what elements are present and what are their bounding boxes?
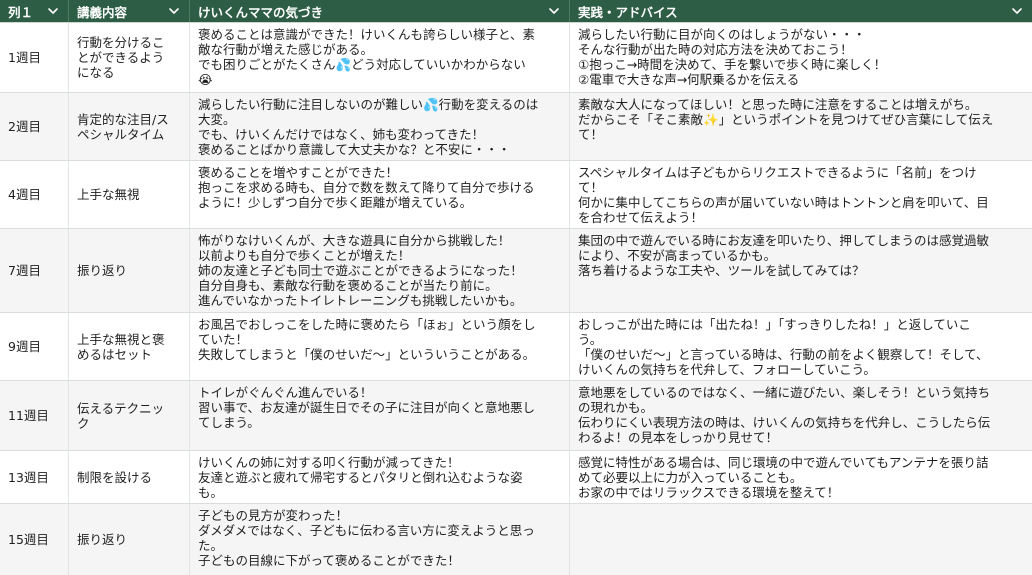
notice-cell[interactable]: お風呂でおしっこをした時に褒めたら「ほぉ」という顔をし ていた！ 失敗してしまう… bbox=[190, 313, 570, 380]
advice-cell[interactable]: 感覚に特性がある場合は、同じ環境の中で遊んでいてもアンテナを張り詰 めて必要以上… bbox=[570, 451, 1032, 503]
column-header-col4[interactable]: 実践・アドバイス bbox=[570, 0, 1032, 22]
notice-text: けいくんの姉に対する叩く行動が減ってきた！ 友達と遊ぶと疲れて帰宅するとパタリと… bbox=[198, 455, 523, 500]
advice-cell[interactable] bbox=[570, 504, 1032, 575]
topic-cell[interactable]: 振り返り bbox=[69, 229, 190, 312]
advice-cell[interactable]: スペシャルタイムは子どもからリクエストできるように「名前」をつけ て！ 何かに集… bbox=[570, 161, 1032, 228]
notice-cell[interactable]: トイレがぐんぐん進んでいる！ 習い事で、お友達が誕生日でその子に注目が向くと意地… bbox=[190, 381, 570, 450]
week-text: 1週目 bbox=[8, 50, 41, 65]
week-text: 9週目 bbox=[8, 339, 41, 354]
notice-text: トイレがぐんぐん進んでいる！ 習い事で、お友達が誕生日でその子に注目が向くと意地… bbox=[198, 385, 536, 430]
advice-cell[interactable]: 集団の中で遊んでいる時にお友達を叩いたり、押してしまうのは感覚過敏 により、不安… bbox=[570, 229, 1032, 312]
topic-cell[interactable]: 上手な無視と褒 めるはセット bbox=[69, 313, 190, 380]
week-text: 2週目 bbox=[8, 119, 41, 134]
table-body: 1週目 行動を分けるこ とができるよう になる 褒めることは意識ができた！けいく… bbox=[0, 23, 1032, 575]
topic-cell[interactable]: 振り返り bbox=[69, 504, 190, 575]
table-row: 4週目 上手な無視 褒めることを増やすことができた！ 抱っこを求める時も、自分で… bbox=[0, 161, 1032, 229]
week-cell[interactable]: 7週目 bbox=[0, 229, 69, 312]
notice-cell[interactable]: 怖がりなけいくんが、大きな遊具に自分から挑戦した！ 以前よりも自分で歩くことが増… bbox=[190, 229, 570, 312]
table-row: 15週目 振り返り 子どもの見方が変わった！ ダメダメではなく、子どもに伝わる言… bbox=[0, 504, 1032, 575]
table-row: 1週目 行動を分けるこ とができるよう になる 褒めることは意識ができた！けいく… bbox=[0, 23, 1032, 93]
week-text: 11週目 bbox=[8, 408, 49, 423]
week-cell[interactable]: 1週目 bbox=[0, 23, 69, 92]
week-cell[interactable]: 13週目 bbox=[0, 451, 69, 503]
advice-text: 素敵な大人になってほしい！と思った時に注意をすることは増えがち。 だからこそ「そ… bbox=[578, 97, 994, 142]
notice-cell[interactable]: けいくんの姉に対する叩く行動が減ってきた！ 友達と遊ぶと疲れて帰宅するとパタリと… bbox=[190, 451, 570, 503]
column-header-col4-label: 実践・アドバイス bbox=[578, 4, 678, 20]
week-cell[interactable]: 4週目 bbox=[0, 161, 69, 228]
table-row: 13週目 制限を設ける けいくんの姉に対する叩く行動が減ってきた！ 友達と遊ぶと… bbox=[0, 451, 1032, 504]
notice-cell[interactable]: 子どもの見方が変わった！ ダメダメではなく、子どもに伝わる言い方に変えようと思っ… bbox=[190, 504, 570, 575]
notice-text: 減らしたい行動に注目しないのが難しい💦行動を変えるのは 大変。 でも、けいくんだ… bbox=[198, 97, 539, 157]
table-row: 2週目 肯定的な注目/ス ペシャルタイム 減らしたい行動に注目しないのが難しい💦… bbox=[0, 93, 1032, 161]
advice-cell[interactable]: 減らしたい行動に目が向くのはしょうがない・・・ そんな行動が出た時の対応方法を決… bbox=[570, 23, 1032, 92]
chevron-down-icon[interactable] bbox=[1010, 4, 1024, 18]
topic-text: 肯定的な注目/ス ペシャルタイム bbox=[77, 111, 169, 142]
topic-text: 上手な無視と褒 めるはセット bbox=[77, 331, 165, 362]
chevron-down-icon[interactable] bbox=[46, 4, 60, 18]
notice-text: お風呂でおしっこをした時に褒めたら「ほぉ」という顔をし ていた！ 失敗してしまう… bbox=[198, 317, 536, 362]
topic-text: 行動を分けるこ とができるよう になる bbox=[77, 35, 165, 80]
topic-text: 上手な無視 bbox=[77, 187, 140, 202]
column-header-col1[interactable]: 列１ bbox=[0, 0, 69, 22]
advice-text: 減らしたい行動に目が向くのはしょうがない・・・ そんな行動が出た時の対応方法を決… bbox=[578, 27, 887, 87]
column-header-col3[interactable]: けいくんママの気づき bbox=[190, 0, 570, 22]
notice-cell[interactable]: 褒めることを増やすことができた！ 抱っこを求める時も、自分で数を数えて降りて自分… bbox=[190, 161, 570, 228]
column-header-col2[interactable]: 講義内容 bbox=[69, 0, 190, 22]
advice-cell[interactable]: 素敵な大人になってほしい！と思った時に注意をすることは増えがち。 だからこそ「そ… bbox=[570, 93, 1032, 160]
column-header-col1-label: 列１ bbox=[8, 4, 34, 20]
notice-text: 褒めることを増やすことができた！ 抱っこを求める時も、自分で数を数えて降りて自分… bbox=[198, 165, 535, 210]
notice-text: 怖がりなけいくんが、大きな遊具に自分から挑戦した！ 以前よりも自分で歩くことが増… bbox=[198, 233, 523, 308]
week-cell[interactable]: 2週目 bbox=[0, 93, 69, 160]
week-text: 7週目 bbox=[8, 263, 41, 278]
topic-cell[interactable]: 制限を設ける bbox=[69, 451, 190, 503]
advice-text: 集団の中で遊んでいる時にお友達を叩いたり、押してしまうのは感覚過敏 により、不安… bbox=[578, 233, 990, 278]
notice-cell[interactable]: 減らしたい行動に注目しないのが難しい💦行動を変えるのは 大変。 でも、けいくんだ… bbox=[190, 93, 570, 160]
week-cell[interactable]: 15週目 bbox=[0, 504, 69, 575]
week-cell[interactable]: 9週目 bbox=[0, 313, 69, 380]
spreadsheet-table: 列１ 講義内容 けいくんママの気づき 実践・アドバイス 1週目 行動を分けるこ … bbox=[0, 0, 1032, 575]
notice-cell[interactable]: 褒めることは意識ができた！けいくんも誇らしい様子と、素 敵な行動が増えた感じがあ… bbox=[190, 23, 570, 92]
advice-text: スペシャルタイムは子どもからリクエストできるように「名前」をつけ て！ 何かに集… bbox=[578, 165, 989, 225]
topic-text: 振り返り bbox=[77, 263, 128, 278]
advice-cell[interactable]: 意地悪をしているのではなく、一緒に遊びたい、楽しそう！という気持ち の現れかも。… bbox=[570, 381, 1032, 450]
table-row: 11週目 伝えるテクニッ ク トイレがぐんぐん進んでいる！ 習い事で、お友達が誕… bbox=[0, 381, 1032, 451]
column-header-col3-label: けいくんママの気づき bbox=[198, 4, 324, 20]
topic-cell[interactable]: 行動を分けるこ とができるよう になる bbox=[69, 23, 190, 92]
topic-cell[interactable]: 上手な無視 bbox=[69, 161, 190, 228]
table-row: 7週目 振り返り 怖がりなけいくんが、大きな遊具に自分から挑戦した！ 以前よりも… bbox=[0, 229, 1032, 313]
table-header-row: 列１ 講義内容 けいくんママの気づき 実践・アドバイス bbox=[0, 0, 1032, 23]
chevron-down-icon[interactable] bbox=[547, 4, 561, 18]
column-header-col2-label: 講義内容 bbox=[77, 4, 128, 20]
topic-text: 振り返り bbox=[77, 532, 128, 547]
chevron-down-icon[interactable] bbox=[167, 4, 181, 18]
week-text: 15週目 bbox=[8, 532, 49, 547]
topic-text: 制限を設ける bbox=[77, 469, 153, 485]
advice-text: 意地悪をしているのではなく、一緒に遊びたい、楽しそう！という気持ち の現れかも。… bbox=[578, 385, 991, 445]
topic-cell[interactable]: 肯定的な注目/ス ペシャルタイム bbox=[69, 93, 190, 160]
topic-text: 伝えるテクニッ ク bbox=[77, 400, 165, 431]
table-row: 9週目 上手な無視と褒 めるはセット お風呂でおしっこをした時に褒めたら「ほぉ」… bbox=[0, 313, 1032, 381]
advice-text: おしっこが出た時には「出たね！」「すっきりしたね！」と返していこ う。 「僕のせ… bbox=[578, 317, 989, 377]
week-text: 4週目 bbox=[8, 187, 41, 202]
topic-cell[interactable]: 伝えるテクニッ ク bbox=[69, 381, 190, 450]
notice-text: 褒めることは意識ができた！けいくんも誇らしい様子と、素 敵な行動が増えた感じがあ… bbox=[198, 27, 536, 87]
advice-cell[interactable]: おしっこが出た時には「出たね！」「すっきりしたね！」と返していこ う。 「僕のせ… bbox=[570, 313, 1032, 380]
week-text: 13週目 bbox=[8, 469, 49, 485]
advice-text: 感覚に特性がある場合は、同じ環境の中で遊んでいてもアンテナを張り詰 めて必要以上… bbox=[578, 455, 989, 500]
week-cell[interactable]: 11週目 bbox=[0, 381, 69, 450]
notice-text: 子どもの見方が変わった！ ダメダメではなく、子どもに伝わる言い方に変えようと思っ… bbox=[198, 508, 535, 568]
